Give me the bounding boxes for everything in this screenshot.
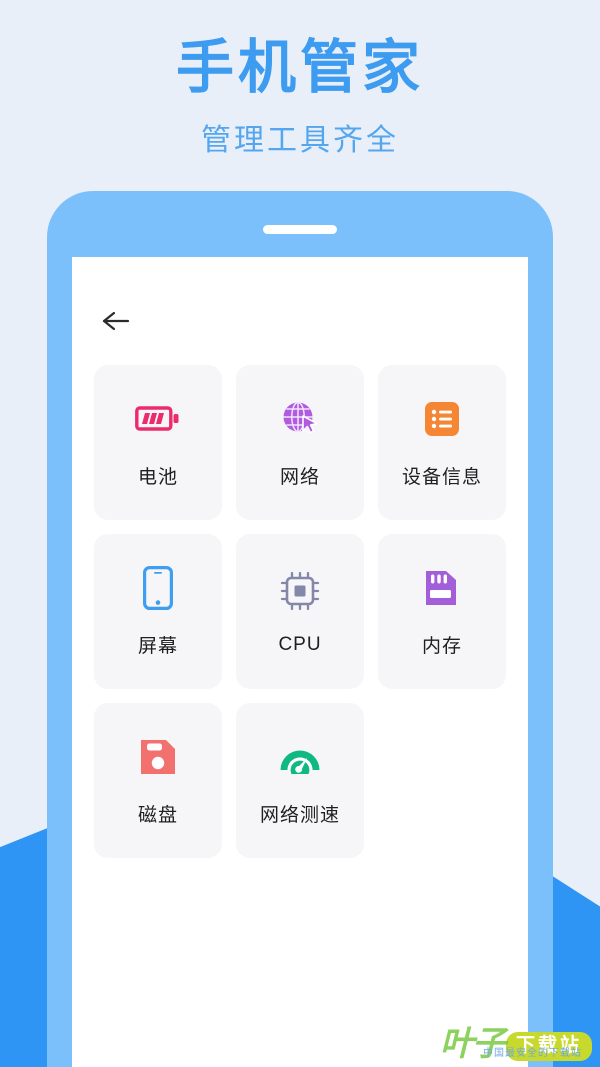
cpu-chip-icon <box>280 568 320 614</box>
sd-card-icon <box>423 565 461 611</box>
battery-icon <box>135 396 181 442</box>
app-root: 手机管家 管理工具齐全 电池 网络 设备信息 屏幕 CPU 内存 磁盘 网络测速… <box>0 0 600 1067</box>
tile-device-info[interactable]: 设备信息 <box>378 365 506 520</box>
globe-cursor-icon <box>279 396 321 442</box>
watermark: 叶子 下载站 中国最安全的下载站 <box>440 1027 592 1061</box>
tile-speed-test[interactable]: 网络测速 <box>236 703 364 858</box>
speaker-grille-icon <box>263 225 337 234</box>
tile-screen[interactable]: 屏幕 <box>94 534 222 689</box>
headline-area: 手机管家 管理工具齐全 <box>0 0 600 159</box>
phone-screen: 电池 网络 设备信息 屏幕 CPU 内存 磁盘 网络测速 <box>72 257 528 1067</box>
tile-memory[interactable]: 内存 <box>378 534 506 689</box>
list-card-icon <box>424 396 460 442</box>
tile-disk[interactable]: 磁盘 <box>94 703 222 858</box>
tile-battery[interactable]: 电池 <box>94 365 222 520</box>
tile-label: 电池 <box>137 467 178 488</box>
tile-network[interactable]: 网络 <box>236 365 364 520</box>
page-subtitle: 管理工具齐全 <box>201 123 399 157</box>
tile-label: 网络测速 <box>259 805 340 826</box>
tile-label: 屏幕 <box>137 636 178 657</box>
tile-label: CPU <box>278 633 322 655</box>
watermark-tagline: 中国最安全的下载站 <box>483 1048 582 1059</box>
tile-label: 网络 <box>279 467 320 488</box>
smartphone-icon <box>143 565 173 611</box>
tile-label: 内存 <box>421 636 462 657</box>
tile-label: 设备信息 <box>401 467 482 488</box>
floppy-disk-icon <box>139 734 177 780</box>
speedometer-icon <box>278 734 322 780</box>
tool-grid: 电池 网络 设备信息 屏幕 CPU 内存 磁盘 网络测速 <box>94 365 506 858</box>
page-title: 手机管家 <box>175 35 424 100</box>
back-arrow-icon <box>102 311 130 331</box>
tile-cpu[interactable]: CPU <box>236 534 364 689</box>
back-button[interactable] <box>96 301 136 341</box>
phone-mockup: 电池 网络 设备信息 屏幕 CPU 内存 磁盘 网络测速 <box>47 191 553 1067</box>
tile-label: 磁盘 <box>137 805 178 826</box>
